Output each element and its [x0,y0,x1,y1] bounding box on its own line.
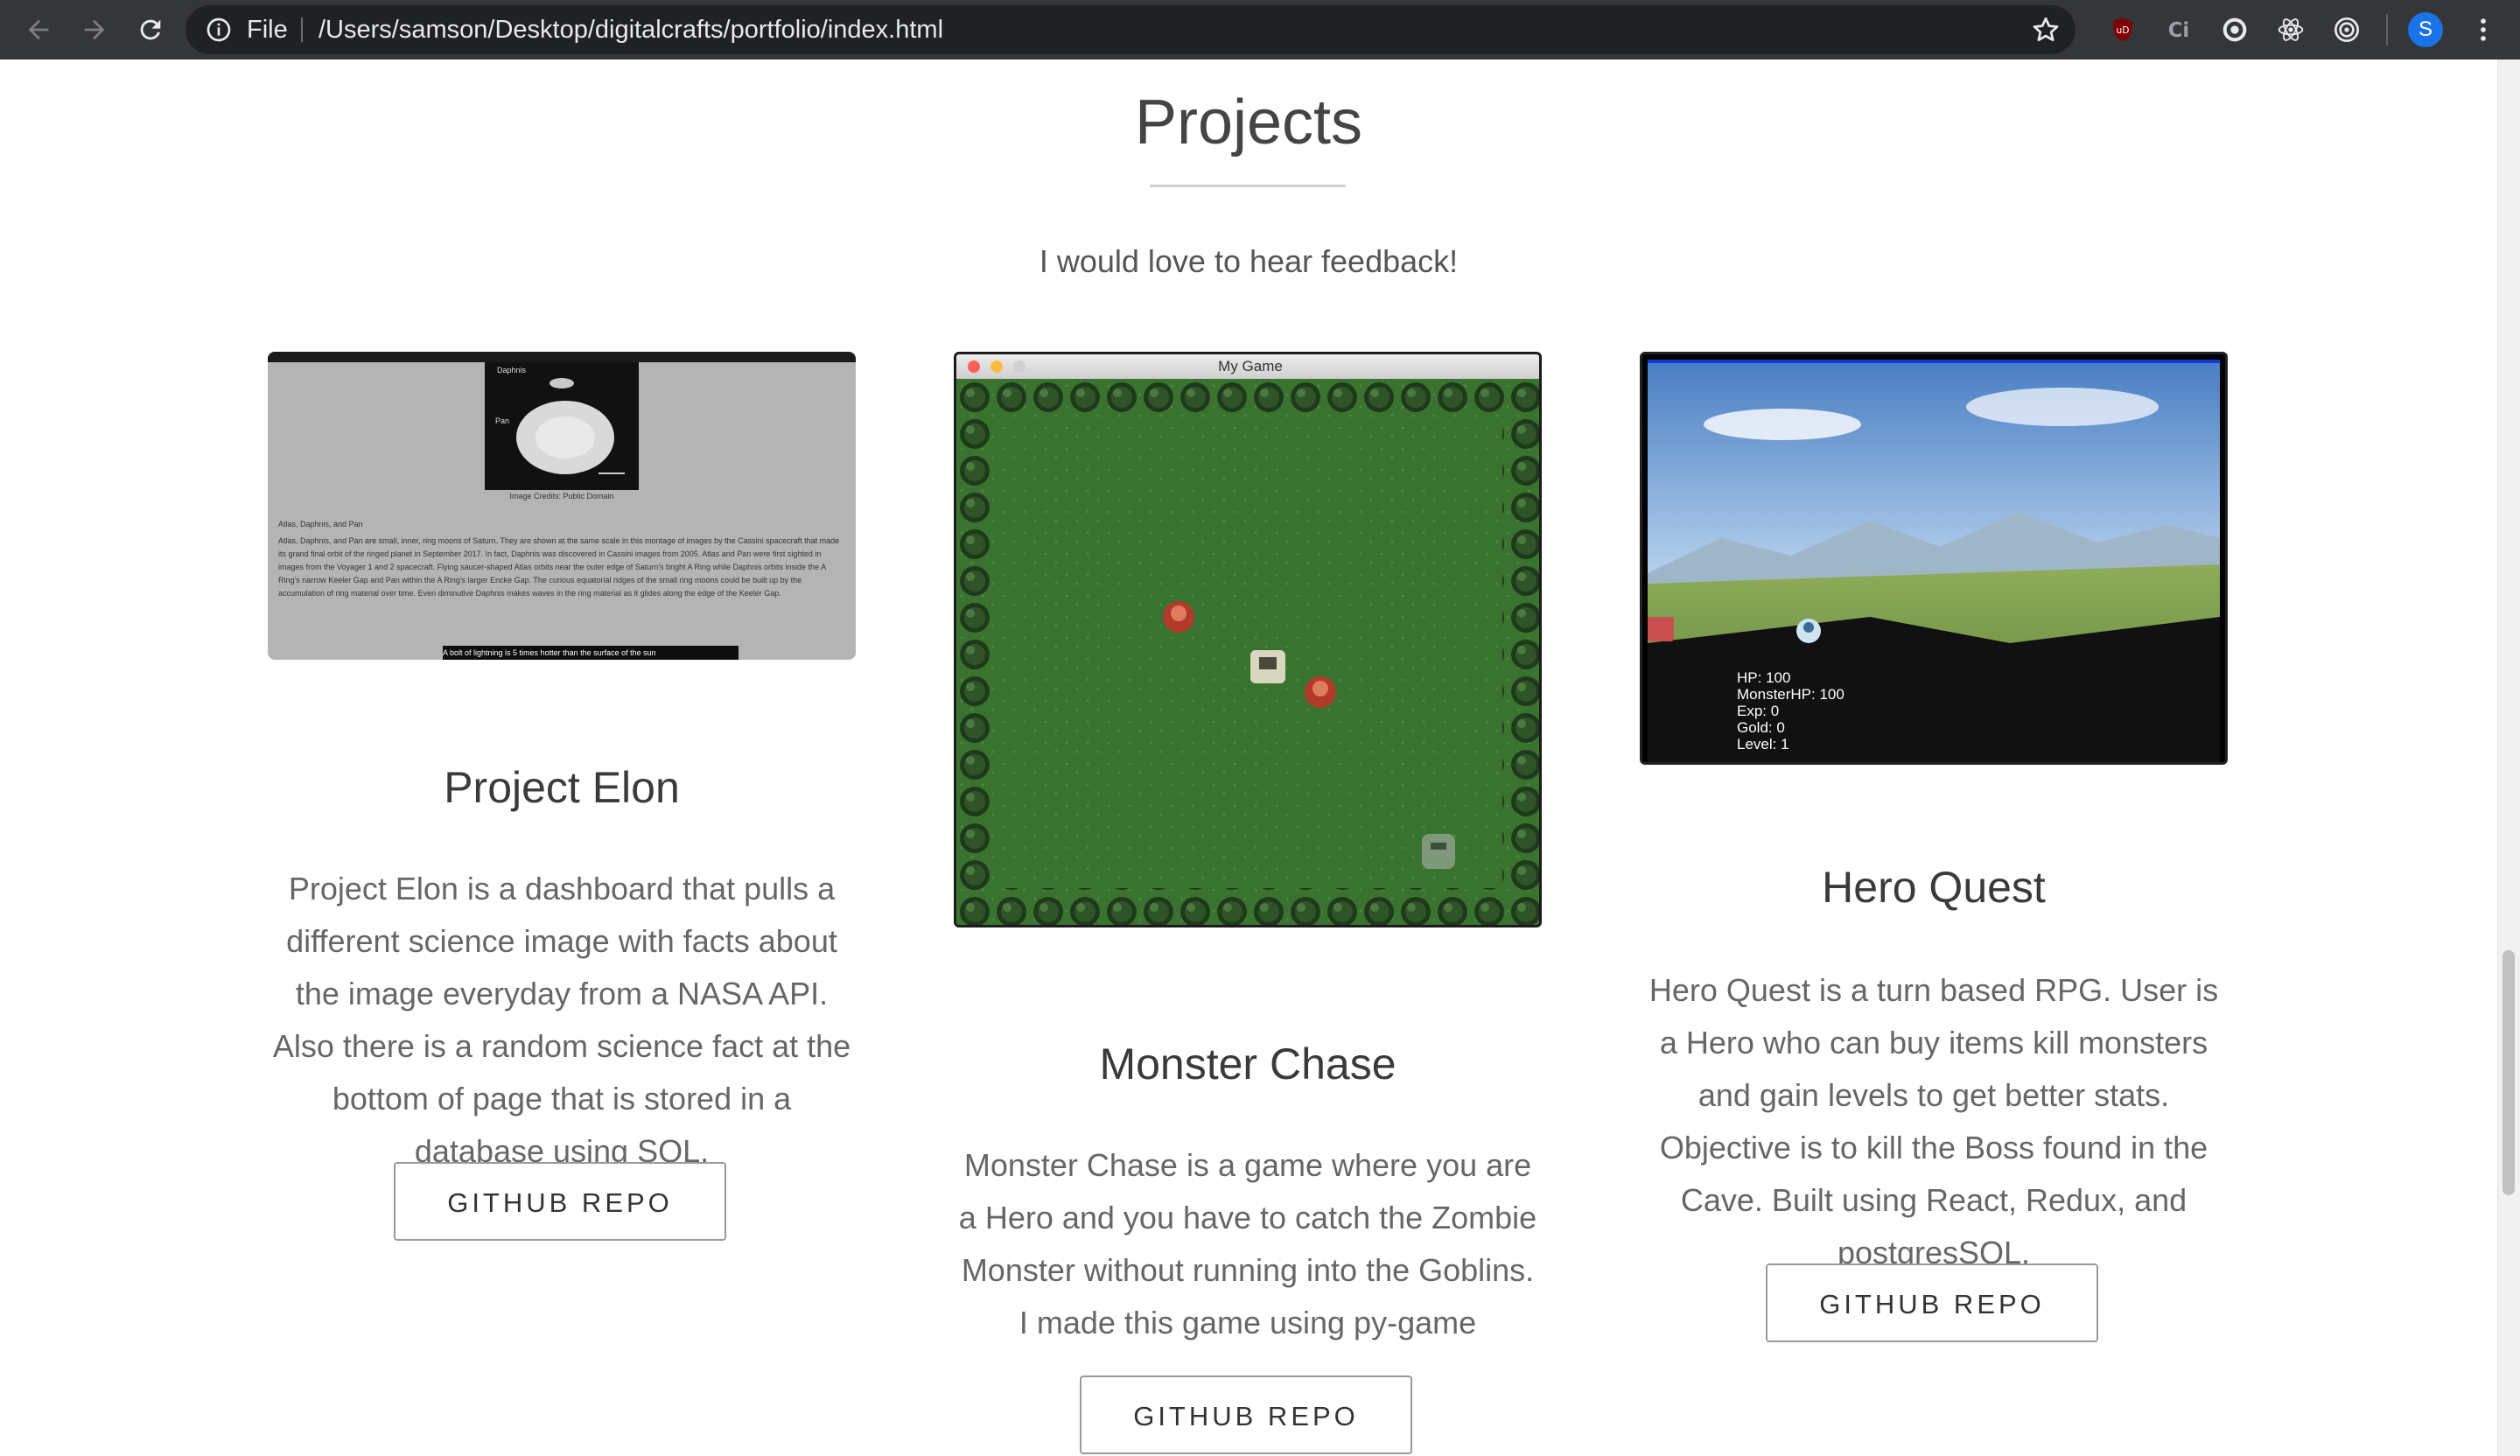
browser-toolbar: File /Users/samson/Desktop/digitalcrafts… [0,0,2520,60]
game-board [956,379,1539,925]
info-icon[interactable] [205,16,233,44]
hero-stats-panel: HP: 100 MonsterHP: 100 Exp: 0 Gold: 0 Le… [1737,669,1844,752]
bookmark-star-icon[interactable] [2030,14,2062,46]
github-repo-button[interactable]: GITHUB REPO [1766,1264,2098,1342]
project-title: Monster Chase [1099,1040,1396,1088]
svg-text:uD: uD [2117,24,2130,36]
section-title: Projects [1134,88,1363,158]
scrollbar-thumb[interactable] [2502,950,2515,1195]
zombie-monster-sprite [1422,834,1455,869]
svg-text:Ci: Ci [2168,19,2189,42]
project-title: Hero Quest [1822,863,2046,912]
project-card-elon: Daphnis Pan Image Credits: Public Domain… [268,352,856,1314]
moon-label-daphnis: Daphnis [497,366,527,374]
image-credit: Image Credits: Public Domain [509,492,614,500]
nasa-dashboard-navbar [268,352,856,362]
url-scheme: File [247,16,288,44]
scrollbar-track[interactable] [2497,60,2520,1456]
moons-illustration [516,378,625,474]
game-window-title: My Game [1218,358,1283,374]
hero-sprite [1796,619,1821,643]
address-bar[interactable]: File /Users/samson/Desktop/digitalcrafts… [186,5,2076,54]
stat-monster-hp: MonsterHP: 100 [1737,686,1844,703]
chrome-icon[interactable] [2217,12,2252,47]
hero-quest-screenshot: HP: 100 MonsterHP: 100 Exp: 0 Gold: 0 Le… [1640,352,2228,765]
forward-arrow-icon[interactable] [77,12,112,47]
profile-avatar[interactable]: S [2408,12,2443,47]
monster-chase-screenshot: My Game [954,352,1542,928]
github-repo-button[interactable]: GITHUB REPO [394,1162,726,1241]
stat-exp: Exp: 0 [1737,703,1780,719]
game-window-titlebar: My Game [956,354,1539,379]
project-description: Project Elon is a dashboard that pulls a… [272,871,851,1169]
stat-level: Level: 1 [1737,736,1789,752]
back-arrow-icon[interactable] [21,12,56,47]
moon-label-pan: Pan [495,416,510,425]
github-repo-button[interactable]: GITHUB REPO [1080,1376,1412,1454]
ci-icon[interactable]: Ci [2161,12,2196,47]
stat-hp: HP: 100 [1737,669,1791,686]
project-card-monster-chase: My Game Monster Chase Monster Chase is a… [954,352,1542,1456]
page-content: Projects I would love to hear feedback! … [0,60,2497,1456]
goblin-sprite [1163,601,1194,633]
stat-gold: Gold: 0 [1737,719,1785,736]
ublock-icon[interactable]: uD [2105,12,2140,47]
project-card-hero-quest: HP: 100 MonsterHP: 100 Exp: 0 Gold: 0 Le… [1640,352,2228,1402]
target-icon[interactable] [2329,12,2364,47]
menu-dots-icon[interactable] [2466,12,2501,47]
moons-image: Daphnis Pan [485,362,639,490]
moons-article-body: Atlas, Daphnis, and Pan are small, inner… [278,536,840,598]
url-text[interactable]: /Users/samson/Desktop/digitalcrafts/port… [318,5,943,54]
moons-article-heading: Atlas, Daphnis, and Pan [278,520,363,528]
url-divider [301,18,303,42]
project-description: Monster Chase is a game where you are a … [958,1147,1537,1340]
shop-sign-sprite [1648,617,1674,641]
goblin-sprite [1305,676,1336,708]
title-divider [1150,185,1346,187]
moons-article: Atlas, Daphnis, and Pan Atlas, Daphnis, … [278,518,845,600]
react-icon[interactable] [2273,12,2308,47]
project-elon-screenshot: Daphnis Pan Image Credits: Public Domain… [268,352,856,660]
section-subtitle: I would love to hear feedback! [1039,243,1459,279]
toolbar-divider [2386,14,2388,46]
reload-icon[interactable] [133,12,168,47]
hero-quest-scene [1648,360,2220,762]
science-fact-bar: A bolt of lightning is 5 times hotter th… [443,646,738,660]
project-title: Project Elon [444,763,680,812]
hero-sprite [1250,650,1285,683]
project-description: Hero Quest is a turn based RPG. User is … [1648,972,2219,1270]
